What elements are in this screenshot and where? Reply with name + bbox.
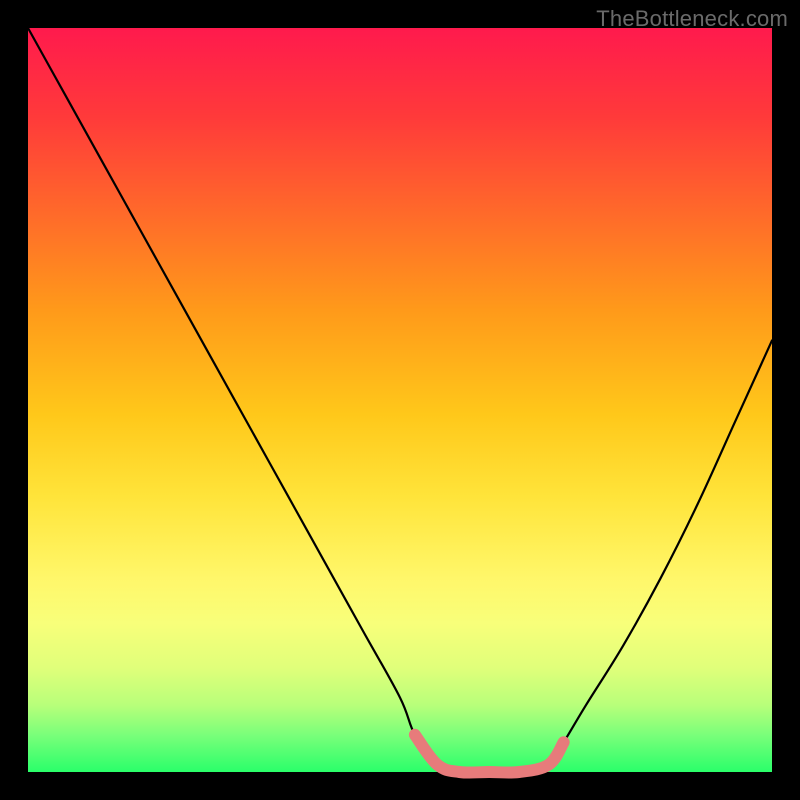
plot-area	[28, 28, 772, 772]
highlight-band	[415, 735, 564, 773]
chart-svg	[28, 28, 772, 772]
bottleneck-curve	[28, 28, 772, 773]
chart-frame: TheBottleneck.com	[0, 0, 800, 800]
